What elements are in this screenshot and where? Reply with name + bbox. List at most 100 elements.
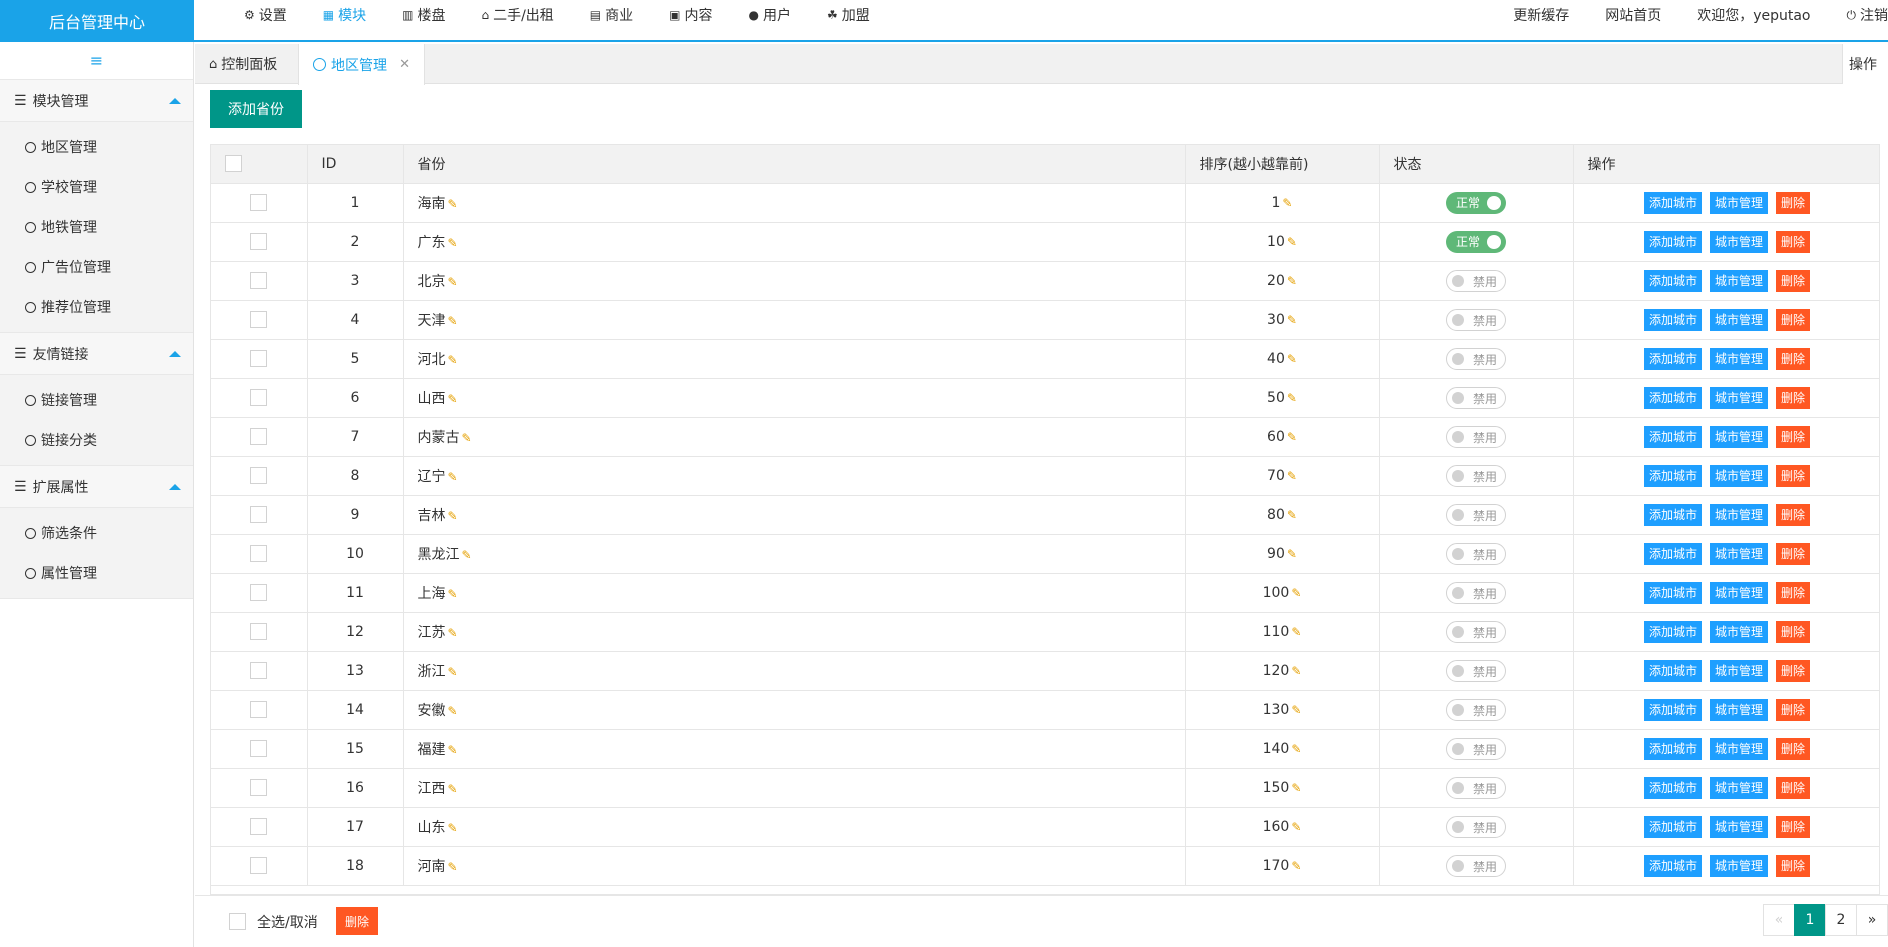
delete-button[interactable]: 删除 [1776,386,1811,409]
delete-button[interactable]: 删除 [1776,737,1811,760]
add-province-button[interactable]: 添加省份 [210,90,302,128]
status-toggle[interactable]: 禁用 [1446,698,1506,721]
sort-cell[interactable]: 10 ✎ [1185,222,1380,262]
row-checkbox[interactable] [250,857,268,874]
row-checkbox[interactable] [250,623,268,640]
nav-item[interactable]: ● 用户 [730,0,808,30]
sidebar-group-header[interactable]: ☰ 模块管理 [0,80,193,122]
city-manage-button[interactable]: 城市管理 [1709,815,1768,838]
sort-cell[interactable]: 30 ✎ [1185,300,1380,340]
sort-cell[interactable]: 130 ✎ [1185,690,1380,730]
city-manage-button[interactable]: 城市管理 [1709,386,1768,409]
province-cell[interactable]: 内蒙古 ✎ [403,417,1186,457]
status-toggle[interactable]: 禁用 [1446,854,1506,877]
sort-cell[interactable]: 120 ✎ [1185,651,1380,691]
status-toggle[interactable]: 禁用 [1446,581,1506,604]
edit-pencil-icon[interactable]: ✎ [1291,781,1301,795]
sort-cell[interactable]: 1 ✎ [1185,183,1380,223]
city-manage-button[interactable]: 城市管理 [1709,698,1768,721]
delete-button[interactable]: 删除 [1776,776,1811,799]
status-toggle[interactable]: 禁用 [1446,542,1506,565]
sort-cell[interactable]: 170 ✎ [1185,846,1380,886]
logout-link[interactable]: ⏻ 注销 [1829,0,1888,30]
edit-pencil-icon[interactable]: ✎ [448,587,458,601]
add-city-button[interactable]: 添加城市 [1643,464,1702,487]
edit-pencil-icon[interactable]: ✎ [462,431,472,445]
add-city-button[interactable]: 添加城市 [1643,425,1702,448]
row-checkbox[interactable] [250,389,268,406]
nav-item[interactable]: ⚙ 设置 [226,0,305,30]
delete-button[interactable]: 删除 [1776,815,1811,838]
status-toggle[interactable]: 禁用 [1446,737,1506,760]
sort-cell[interactable]: 150 ✎ [1185,768,1380,808]
add-city-button[interactable]: 添加城市 [1643,386,1702,409]
edit-pencil-icon[interactable]: ✎ [1291,586,1301,600]
province-cell[interactable]: 江西 ✎ [403,768,1186,808]
edit-pencil-icon[interactable]: ✎ [1282,196,1292,210]
add-city-button[interactable]: 添加城市 [1643,191,1702,214]
row-checkbox[interactable] [250,272,268,289]
province-cell[interactable]: 广东 ✎ [403,222,1186,262]
delete-button[interactable]: 删除 [1776,464,1811,487]
sort-cell[interactable]: 160 ✎ [1185,807,1380,847]
delete-button[interactable]: 删除 [1776,659,1811,682]
add-city-button[interactable]: 添加城市 [1643,698,1702,721]
edit-pencil-icon[interactable]: ✎ [448,470,458,484]
sort-cell[interactable]: 140 ✎ [1185,729,1380,769]
status-toggle[interactable]: 禁用 [1446,386,1506,409]
province-cell[interactable]: 江苏 ✎ [403,612,1186,652]
sidebar-item[interactable]: 地区管理 [0,127,193,167]
status-toggle[interactable]: 禁用 [1446,620,1506,643]
edit-pencil-icon[interactable]: ✎ [1287,352,1297,366]
edit-pencil-icon[interactable]: ✎ [448,509,458,523]
tab-operations-dropdown[interactable]: 操作 [1842,44,1888,84]
add-city-button[interactable]: 添加城市 [1643,854,1702,877]
tab-dashboard[interactable]: ⌂ 控制面板 [195,44,298,84]
city-manage-button[interactable]: 城市管理 [1709,269,1768,292]
sort-cell[interactable]: 80 ✎ [1185,495,1380,535]
edit-pencil-icon[interactable]: ✎ [1291,703,1301,717]
nav-item[interactable]: ☘ 加盟 [809,0,888,30]
sidebar-item[interactable]: 属性管理 [0,553,193,593]
sidebar-item[interactable]: 推荐位管理 [0,287,193,327]
sort-cell[interactable]: 70 ✎ [1185,456,1380,496]
refresh-cache-link[interactable]: 更新缓存 [1495,0,1587,30]
sort-cell[interactable]: 50 ✎ [1185,378,1380,418]
edit-pencil-icon[interactable]: ✎ [1287,274,1297,288]
nav-item[interactable]: ⌂ 二手/出租 [463,0,571,30]
add-city-button[interactable]: 添加城市 [1643,659,1702,682]
province-cell[interactable]: 山西 ✎ [403,378,1186,418]
city-manage-button[interactable]: 城市管理 [1709,659,1768,682]
edit-pencil-icon[interactable]: ✎ [1291,742,1301,756]
province-cell[interactable]: 安徽 ✎ [403,690,1186,730]
nav-item[interactable]: ▦ 模块 [305,0,384,30]
edit-pencil-icon[interactable]: ✎ [1291,859,1301,873]
select-all-checkbox[interactable] [225,155,242,173]
province-cell[interactable]: 浙江 ✎ [403,651,1186,691]
province-cell[interactable]: 上海 ✎ [403,573,1186,613]
sidebar-item[interactable]: 地铁管理 [0,207,193,247]
delete-button[interactable]: 删除 [1776,698,1811,721]
row-checkbox[interactable] [250,740,268,757]
footer-select-all-checkbox[interactable] [229,913,246,930]
sort-cell[interactable]: 40 ✎ [1185,339,1380,379]
row-checkbox[interactable] [250,233,268,250]
edit-pencil-icon[interactable]: ✎ [448,665,458,679]
edit-pencil-icon[interactable]: ✎ [1291,664,1301,678]
edit-pencil-icon[interactable]: ✎ [448,353,458,367]
edit-pencil-icon[interactable]: ✎ [1287,547,1297,561]
edit-pencil-icon[interactable]: ✎ [448,236,458,250]
row-checkbox[interactable] [250,194,268,211]
row-checkbox[interactable] [250,311,268,328]
row-checkbox[interactable] [250,818,268,835]
edit-pencil-icon[interactable]: ✎ [1287,391,1297,405]
province-cell[interactable]: 天津 ✎ [403,300,1186,340]
delete-button[interactable]: 删除 [1776,269,1811,292]
edit-pencil-icon[interactable]: ✎ [1287,313,1297,327]
edit-pencil-icon[interactable]: ✎ [1291,625,1301,639]
edit-pencil-icon[interactable]: ✎ [462,548,472,562]
status-toggle[interactable]: 禁用 [1446,464,1506,487]
edit-pencil-icon[interactable]: ✎ [448,821,458,835]
add-city-button[interactable]: 添加城市 [1643,542,1702,565]
edit-pencil-icon[interactable]: ✎ [448,314,458,328]
